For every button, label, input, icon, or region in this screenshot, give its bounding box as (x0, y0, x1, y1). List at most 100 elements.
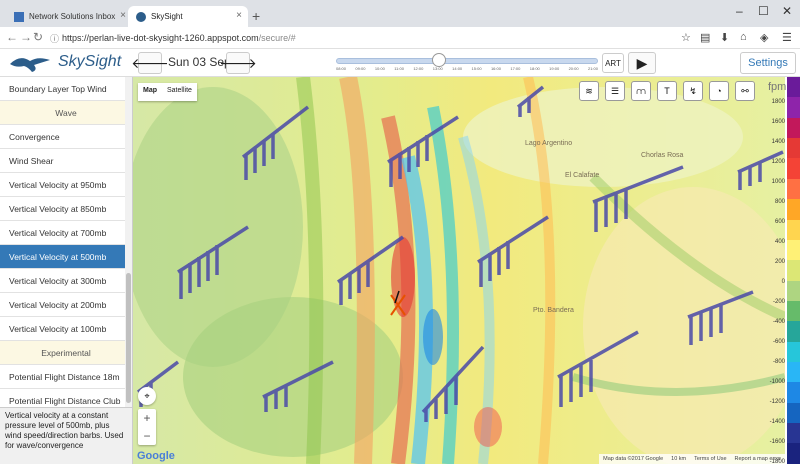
sidebar-section-header: Wave (0, 101, 132, 125)
sidebar-layer-item[interactable]: Potential Flight Distance 18m (0, 365, 132, 389)
url-host: https://perlan-live-dot-skysight-1260.ap… (62, 33, 259, 43)
new-tab-icon[interactable]: + (252, 8, 260, 24)
time-tick: 09:00 (355, 66, 366, 71)
cloud-base-icon[interactable]: ⩋ (631, 81, 651, 101)
sidebar-scroll-thumb[interactable] (126, 273, 131, 403)
legend-label: 1000 (771, 179, 785, 185)
sidebar-layer-item[interactable]: Vertical Velocity at 200mb (0, 293, 132, 317)
forward-icon[interactable]: → (20, 30, 32, 44)
menu-icon[interactable]: ☰ (782, 31, 792, 44)
bookmark-star-icon[interactable]: ☆ (681, 31, 691, 44)
close-window-icon[interactable]: ✕ (782, 4, 792, 18)
legend-swatch (787, 443, 800, 464)
settings-button[interactable]: Settings (740, 52, 796, 74)
map-type-map-button[interactable]: Map (138, 83, 162, 101)
url-field[interactable]: ⓘ https://perlan-live-dot-skysight-1260.… (50, 30, 670, 46)
legend-label: -800 (772, 359, 785, 365)
close-tab-icon[interactable]: × (120, 10, 126, 21)
legend-swatch (787, 402, 800, 424)
legend-label: 400 (774, 239, 785, 245)
legend-swatch (787, 239, 800, 261)
minimize-icon[interactable]: – (736, 4, 743, 18)
sidebar-layer-item[interactable]: Vertical Velocity at 500mb (0, 245, 132, 269)
place-label: Chorlas Rosa (641, 152, 684, 159)
sidebar-layer-item[interactable]: Vertical Velocity at 300mb (0, 269, 132, 293)
legend-swatch (787, 117, 800, 139)
zoom-out-button[interactable]: − (138, 427, 156, 445)
legend-label: 0 (781, 279, 785, 285)
legend-swatch (787, 219, 800, 240)
legend-label: 1800 (771, 99, 785, 105)
legend-label: -200 (772, 299, 785, 305)
map-canvas[interactable]: Lago Argentino El Calafate Chorlas Rosa … (133, 77, 785, 464)
route-icon[interactable]: ↯ (683, 81, 703, 101)
sidebar-layer-item[interactable]: Boundary Layer Top Wind (0, 77, 132, 101)
browser-tab-inbox[interactable]: Network Solutions Inbox × (6, 6, 132, 27)
close-tab-icon[interactable]: × (236, 10, 242, 21)
satellite-dish-icon[interactable]: ◔ (709, 81, 729, 101)
legend-swatch (787, 382, 800, 403)
time-slider-track[interactable] (336, 58, 598, 64)
url-path: /secure/# (258, 33, 296, 43)
legend-label: -1400 (769, 419, 785, 425)
waypoint-icon[interactable]: ⚯ (735, 81, 755, 101)
maximize-icon[interactable]: ☐ (758, 4, 769, 18)
map-type-control: Map Satellite (138, 83, 197, 101)
sidebar-layer-item[interactable]: Vertical Velocity at 850mb (0, 197, 132, 221)
sidebar-section-header: Experimental (0, 341, 132, 365)
color-legend: fpm 1800 1600 1400 1200 1000 800 600 400 200 0 -20… (760, 77, 800, 464)
clipboard-icon[interactable]: ▤ (700, 31, 710, 44)
timezone-button[interactable]: ART (602, 53, 624, 73)
vertical-velocity-overlay (133, 77, 785, 464)
prev-day-button[interactable]: 🡐 (131, 52, 169, 74)
time-ticks: 08:00 09:00 10:00 11:00 12:00 13:00 14:00 15:00… (336, 66, 598, 71)
app-header: SkySight 🡐 Sun 03 Sep 🡒 08:00 09:00 10:00 1… (0, 49, 800, 77)
back-icon[interactable]: ← (6, 30, 18, 44)
legend-swatch (787, 300, 800, 322)
sidebar-layer-item[interactable]: Vertical Velocity at 950mb (0, 173, 132, 197)
home-icon[interactable]: ⌂ (740, 31, 747, 43)
legend-swatch (787, 260, 800, 281)
sidebar-layer-item[interactable]: Convergence (0, 125, 132, 149)
layers-list-icon[interactable]: ☰ (605, 81, 625, 101)
skewt-icon[interactable]: T (657, 81, 677, 101)
tab-label: SkySight (151, 12, 183, 21)
legend-swatch (787, 199, 800, 220)
time-slider-thumb[interactable] (432, 53, 446, 67)
eagle-logo-icon (10, 58, 50, 72)
reload-icon[interactable]: ↻ (33, 30, 43, 44)
skysight-favicon-icon (136, 11, 146, 22)
legend-unit: fpm (768, 81, 787, 93)
sidebar-layer-item[interactable]: Vertical Velocity at 100mb (0, 317, 132, 341)
shield-icon[interactable]: ◈ (760, 31, 768, 44)
sidebar-layer-item[interactable]: Vertical Velocity at 700mb (0, 221, 132, 245)
time-tick: 21:00 (587, 66, 598, 71)
layer-sidebar: Boundary Layer Top Wind Wave Convergence Wi… (0, 77, 133, 464)
time-tick: 13:00 (432, 66, 443, 71)
sidebar-layer-item[interactable]: Wind Shear (0, 149, 132, 173)
time-tick: 19:00 (549, 66, 560, 71)
wind-icon[interactable]: ≋ (579, 81, 599, 101)
time-tick: 12:00 (413, 66, 424, 71)
my-location-icon[interactable]: ⌖ (138, 387, 156, 405)
legend-swatch (787, 280, 800, 301)
next-day-button[interactable]: 🡒 (219, 52, 257, 74)
legend-label: -1200 (769, 399, 785, 405)
terms-link[interactable]: Terms of Use (694, 456, 726, 462)
zoom-in-button[interactable]: + (138, 409, 156, 427)
legend-label: 1200 (771, 159, 785, 165)
zoom-control: + − (138, 409, 156, 445)
time-slider[interactable]: 08:00 09:00 10:00 11:00 12:00 13:00 14:00 15:00… (336, 53, 598, 73)
browser-tab-skysight[interactable]: SkySight × (128, 6, 248, 27)
legend-swatch (787, 158, 800, 179)
legend-label: -1800 (769, 459, 785, 464)
time-tick: 18:00 (529, 66, 540, 71)
map-type-satellite-button[interactable]: Satellite (162, 83, 197, 101)
map-scale: 10 km (671, 456, 687, 462)
legend-label: 1400 (771, 139, 785, 145)
time-tick: 14:00 (452, 66, 463, 71)
app-brand: SkySight (58, 53, 122, 70)
play-button[interactable]: ▶ (628, 52, 656, 74)
download-icon[interactable]: ⬇ (720, 31, 729, 44)
map-data-credit: Map data ©2017 Google (603, 456, 664, 462)
